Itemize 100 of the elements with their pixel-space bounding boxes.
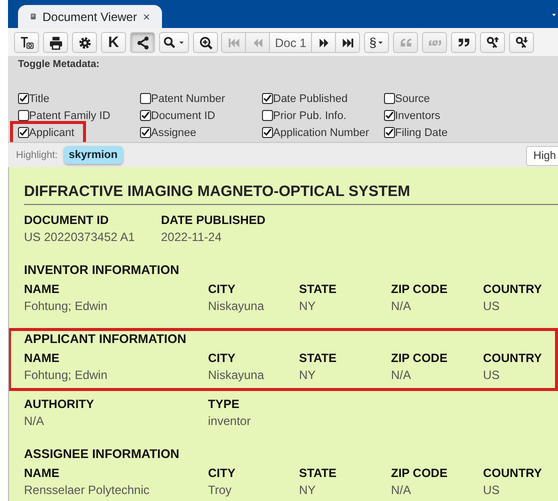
section-heading: INVENTOR INFORMATION xyxy=(24,263,180,279)
table-cell-text: N/A xyxy=(24,414,46,430)
column-header: NAME xyxy=(24,466,60,482)
close-button[interactable]: × xyxy=(142,10,150,24)
section-heading: APPLICANT INFORMATION xyxy=(24,332,188,348)
field-value: 2022-11-24 xyxy=(161,230,222,246)
column-header: CITY xyxy=(208,282,236,298)
column-header: ZIP CODE xyxy=(391,466,448,482)
table-cell-text: N/A xyxy=(391,483,412,499)
text-image-icon xyxy=(20,36,34,50)
zoom-in-button[interactable] xyxy=(193,32,218,53)
checkbox-label[interactable]: Source xyxy=(395,92,430,104)
checkbox[interactable] xyxy=(140,93,151,104)
checkbox-label[interactable]: Prior Pub. Info. xyxy=(273,110,346,122)
column-header: STATE xyxy=(299,351,338,367)
checkbox[interactable] xyxy=(384,127,395,138)
table-cell-text: N/A xyxy=(391,299,412,315)
checkbox-label[interactable]: Application Number xyxy=(273,126,369,138)
checkbox[interactable] xyxy=(262,110,273,121)
table-cell-text: NY xyxy=(299,368,317,384)
share-icon xyxy=(136,36,150,50)
column-header: NAME xyxy=(24,282,60,298)
highlight-button[interactable]: High xyxy=(526,146,558,166)
table-cell-text: US xyxy=(483,368,501,384)
checkbox-label[interactable]: Assignee xyxy=(151,126,196,138)
table-cell-text: Niskayuna xyxy=(208,299,266,315)
column-header: STATE xyxy=(299,282,338,298)
table-cell-text: N/A xyxy=(391,368,412,384)
field-value: US 20220373452 A1 xyxy=(24,230,136,246)
check-icon xyxy=(19,94,28,103)
checkbox[interactable] xyxy=(384,93,395,104)
section-label: § xyxy=(369,35,376,50)
table-cell-text: Niskayuna xyxy=(208,368,266,384)
settings-button[interactable] xyxy=(72,32,97,53)
checkbox-label[interactable]: Date Published xyxy=(273,92,348,104)
checkbox[interactable] xyxy=(18,110,29,121)
check-icon xyxy=(263,94,272,103)
checkbox-label[interactable]: Applicant xyxy=(29,126,74,138)
open-quote-icon xyxy=(398,36,413,50)
checkbox[interactable] xyxy=(18,127,29,138)
last-page-icon xyxy=(340,36,355,50)
check-icon xyxy=(19,128,28,137)
key-down-icon xyxy=(514,36,529,50)
column-header: ZIP CODE xyxy=(391,351,448,367)
checkbox-label[interactable]: Patent Number xyxy=(151,92,225,104)
text-image-button[interactable] xyxy=(14,32,39,53)
table-cell-text: US xyxy=(483,483,501,499)
column-header: CITY xyxy=(208,466,236,482)
fast-forward-icon xyxy=(316,36,331,50)
section-label: Toggle Metadata: xyxy=(18,59,100,71)
column-header: COUNTRY xyxy=(483,282,543,298)
table-cell-text: Rensselaer Polytechnic xyxy=(24,483,150,499)
checkbox[interactable] xyxy=(262,127,273,138)
table-cell-text: Troy xyxy=(208,483,233,499)
document-tab[interactable]: Document Viewer × xyxy=(18,5,162,28)
search-button[interactable] xyxy=(159,32,189,53)
share-button[interactable] xyxy=(130,32,155,53)
checkbox-label[interactable]: Patent Family ID xyxy=(29,110,110,122)
table-cell-text: NY xyxy=(299,299,317,315)
section-heading: ASSIGNEE INFORMATION xyxy=(24,447,180,463)
column-header: COUNTRY xyxy=(483,466,543,482)
column-header: ZIP CODE xyxy=(391,282,448,298)
caret-icon xyxy=(377,39,384,46)
search-icon xyxy=(163,36,177,50)
letter-button[interactable]: K xyxy=(101,32,126,53)
key-up-button[interactable] xyxy=(480,32,506,53)
key-up-icon xyxy=(486,36,500,50)
checkbox[interactable] xyxy=(18,93,29,104)
key-down-button[interactable] xyxy=(509,32,534,53)
column-header: CITY xyxy=(208,351,236,367)
field-label: DATE PUBLISHED xyxy=(161,213,266,229)
caret-icon[interactable] xyxy=(551,12,557,18)
caret-icon xyxy=(178,39,185,46)
close-quote-button[interactable] xyxy=(451,32,476,53)
table-cell-text: Fohtung; Edwin xyxy=(24,368,108,384)
zoom-in-icon xyxy=(198,36,212,50)
print-icon xyxy=(48,36,62,50)
column-header: STATE xyxy=(299,466,338,482)
document-number-field[interactable]: Doc 1 xyxy=(269,32,312,53)
field-label: DOCUMENT ID xyxy=(24,213,110,229)
checkbox-label[interactable]: Filing Date xyxy=(395,126,448,138)
checkbox[interactable] xyxy=(262,93,273,104)
checkbox-label[interactable]: Document ID xyxy=(151,110,216,122)
checkbox-label[interactable]: Title xyxy=(29,92,50,104)
checkbox[interactable] xyxy=(140,127,151,138)
column-header: AUTHORITY xyxy=(24,397,95,413)
first-page-icon xyxy=(226,36,240,50)
table-cell-text: Fohtung; Edwin xyxy=(24,299,108,315)
last-page-button[interactable] xyxy=(335,32,360,53)
fast-forward-button[interactable] xyxy=(311,32,336,53)
close-quote-icon xyxy=(456,36,471,50)
table-cell-text: US xyxy=(483,299,501,315)
checkbox-label[interactable]: Inventors xyxy=(395,110,440,122)
section-menu-button[interactable]: § xyxy=(364,32,390,53)
highlight-term[interactable]: skyrmion xyxy=(64,146,123,164)
checkbox[interactable] xyxy=(384,110,395,121)
document-title: DIFFRACTIVE IMAGING MAGNETO-OPTICAL SYSTEM xyxy=(24,183,558,205)
checkbox[interactable] xyxy=(140,110,151,121)
print-button[interactable] xyxy=(43,32,68,53)
column-header: COUNTRY xyxy=(483,351,543,367)
